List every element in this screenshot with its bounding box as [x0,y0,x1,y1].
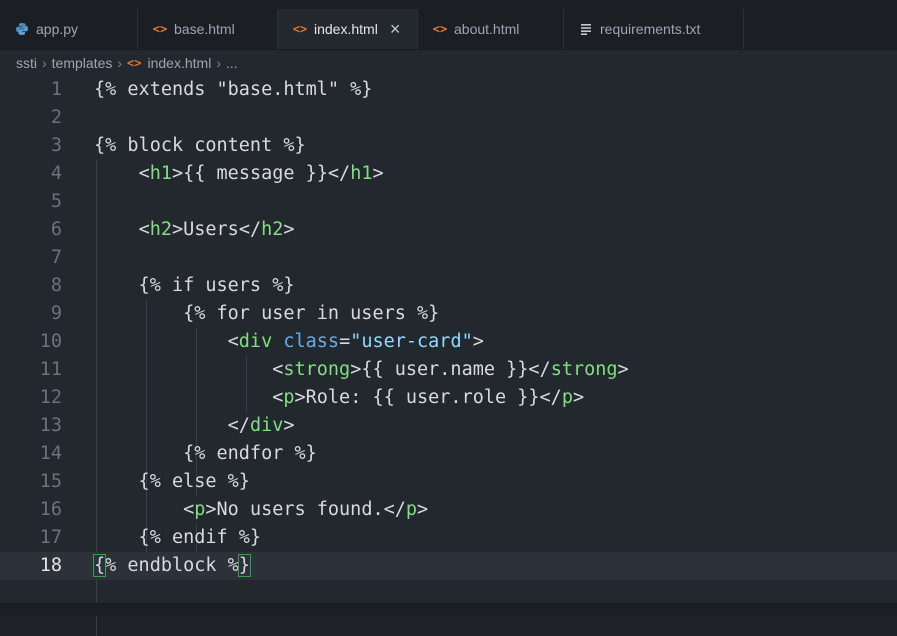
python-icon [14,21,30,37]
code-text: {% if users %} [94,275,295,296]
code-text: <p>Role: {{ user.role }}</p> [272,387,585,408]
line-number: 12 [39,387,62,408]
line-number: 2 [50,107,62,128]
line-number: 14 [39,443,62,464]
html-icon: <> [152,22,168,36]
line-number: 7 [50,247,62,268]
breadcrumb-more[interactable]: ... [226,55,238,71]
code-line[interactable]: 12 <p>Role: {{ user.role }}</p> [0,384,897,412]
tab-index-html[interactable]: <> index.html × [278,9,418,49]
code-line[interactable]: 9 {% for user in users %} [0,300,897,328]
code-line[interactable]: 11 <strong>{{ user.name }}</strong> [0,356,897,384]
code-text: {% endblock %} [92,554,251,577]
line-number: 15 [39,471,62,492]
html-icon: <> [292,22,308,36]
code-line[interactable]: 14 {% endfor %} [0,440,897,468]
chevron-right-icon: › [42,55,47,71]
line-number: 18 [39,555,62,576]
code-text: {% block content %} [94,135,306,156]
tab-label: index.html [314,21,378,37]
breadcrumb: ssti › templates › <> index.html › ... [0,50,897,76]
code-line[interactable]: 17 {% endif %} [0,524,897,552]
tab-base-html[interactable]: <> base.html [138,9,278,49]
title-strip [0,0,897,9]
html-icon: <> [432,22,448,36]
line-number: 13 [39,415,62,436]
code-line[interactable]: 7 [0,244,897,272]
code-line[interactable]: 3 {% block content %} [0,132,897,160]
line-number: 8 [50,275,62,296]
line-number: 16 [39,499,62,520]
code-text: {% extends "base.html" %} [94,79,373,100]
breadcrumb-folder[interactable]: ssti [16,55,37,71]
code-text: <p>No users found.</p> [183,499,429,520]
code-line[interactable]: 10 <div class="user-card"> [0,328,897,356]
code-text: <strong>{{ user.name }}</strong> [272,359,629,380]
tab-label: app.py [36,21,79,37]
tab-about-html[interactable]: <> about.html [418,9,564,49]
line-number: 6 [50,219,62,240]
close-icon[interactable]: × [390,20,401,38]
status-strip [0,603,897,616]
line-number: 10 [39,331,62,352]
code-editor[interactable]: 1 {% extends "base.html" %} 2 3 {% block con… [0,76,897,636]
code-line[interactable]: 1 {% extends "base.html" %} [0,76,897,104]
line-number: 4 [50,163,62,184]
code-line[interactable]: 5 [0,188,897,216]
line-number: 17 [39,527,62,548]
code-text: <h1>{{ message }}</h1> [138,163,384,184]
chevron-right-icon: › [117,55,123,71]
code-line[interactable]: 4 <h1>{{ message }}</h1> [0,160,897,188]
tab-label: base.html [174,21,235,37]
html-icon: <> [127,56,142,70]
code-line[interactable]: 16 <p>No users found.</p> [0,496,897,524]
breadcrumb-file[interactable]: index.html [148,55,212,71]
tab-label: about.html [454,21,520,37]
tab-requirements-txt[interactable]: requirements.txt [564,9,744,49]
chevron-right-icon: › [216,55,221,71]
line-number: 11 [39,359,62,380]
code-line[interactable]: 2 [0,104,897,132]
code-line[interactable]: 13 </div> [0,412,897,440]
code-text: {% for user in users %} [94,303,440,324]
line-number: 3 [50,135,62,156]
code-text: <div class="user-card"> [227,331,484,352]
code-text: </div> [227,415,295,436]
breadcrumb-folder[interactable]: templates [52,55,113,71]
line-number: 5 [50,191,62,212]
code-text: {% endfor %} [94,443,317,464]
code-text: {% else %} [94,471,250,492]
code-line[interactable]: 6 <h2>Users</h2> [0,216,897,244]
code-line[interactable]: 18 {% endblock %} [0,552,897,580]
tab-label: requirements.txt [600,21,701,37]
tab-bar: app.py <> base.html <> index.html × <> a… [0,9,897,50]
line-number: 1 [50,79,62,100]
code-line[interactable]: 15 {% else %} [0,468,897,496]
code-text: <h2>Users</h2> [138,219,295,240]
text-file-icon [578,21,594,37]
tab-app-py[interactable]: app.py [0,9,138,49]
code-text: {% endif %} [94,527,262,548]
line-number: 9 [50,303,62,324]
code-line[interactable]: 8 {% if users %} [0,272,897,300]
